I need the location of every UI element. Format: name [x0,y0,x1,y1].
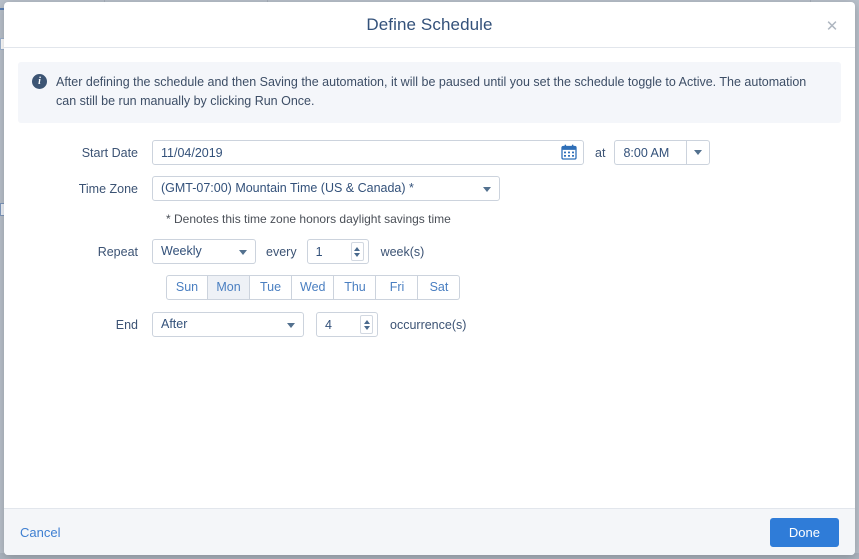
day-toggle-thu[interactable]: Thu [334,275,377,300]
close-icon[interactable]: ✕ [821,15,843,37]
cancel-button[interactable]: Cancel [20,525,60,540]
day-toggle-tue[interactable]: Tue [250,275,292,300]
day-toggle-sat[interactable]: Sat [418,275,461,300]
end-count-wrap [316,312,378,337]
caret-down-icon [354,252,361,257]
repeat-interval-wrap [306,239,369,264]
day-of-week-group: Sun Mon Tue Wed Thu Fri Sat [166,275,855,300]
day-toggle-mon[interactable]: Mon [208,275,250,300]
dialog-title: Define Schedule [366,14,493,34]
caret-up-icon [354,246,361,251]
day-toggle-fri[interactable]: Fri [376,275,419,300]
day-toggle-wed[interactable]: Wed [292,275,335,300]
time-zone-row: Time Zone (GMT-07:00) Mountain Time (US … [4,176,855,201]
time-zone-note: * Denotes this time zone honors daylight… [166,212,451,226]
time-zone-select-wrap: (GMT-07:00) Mountain Time (US & Canada) … [152,176,500,201]
info-banner-text: After defining the schedule and then Sav… [56,75,807,108]
repeat-unit-label: week(s) [380,244,425,259]
time-field-wrap [614,140,711,165]
chevron-down-icon [694,150,703,155]
time-dropdown-button[interactable] [686,140,711,165]
repeat-label: Repeat [97,244,138,259]
repeat-interval-stepper[interactable] [350,242,364,261]
end-occurrences-stepper[interactable] [360,315,373,334]
start-date-field-wrap [152,140,584,165]
dialog-header: Define Schedule ✕ [4,2,855,48]
day-toggle-sun[interactable]: Sun [166,275,208,300]
at-label: at [595,145,606,160]
end-select-wrap: After [152,312,304,337]
time-zone-label: Time Zone [78,181,138,196]
end-unit-label: occurrence(s) [390,317,467,332]
end-select[interactable]: After [152,312,304,337]
every-label: every [266,244,297,259]
info-banner: i After defining the schedule and then S… [18,62,841,123]
end-label: End [115,317,138,332]
caret-up-icon [363,319,370,324]
info-icon: i [32,74,47,89]
schedule-form: Start Date 11/04/2019 at 8:00 AM Time Zo… [4,123,855,337]
start-date-row: Start Date 11/04/2019 at 8:00 AM [4,140,855,165]
calendar-icon[interactable] [561,144,577,160]
define-schedule-dialog: Define Schedule ✕ i After defining the s… [4,2,855,555]
start-date-input[interactable] [152,140,584,165]
end-row: End After occur [4,312,855,337]
done-button[interactable]: Done [769,517,839,547]
dialog-footer: Cancel Done [4,508,855,555]
caret-down-icon [363,325,370,330]
dialog-body: i After defining the schedule and then S… [4,62,855,521]
repeat-select-wrap: Weekly [152,239,256,264]
start-date-label: Start Date [81,145,138,160]
repeat-select[interactable]: Weekly [152,239,256,264]
start-time-input[interactable] [614,140,687,165]
time-zone-select[interactable]: (GMT-07:00) Mountain Time (US & Canada) … [152,176,500,201]
repeat-row: Repeat Weekly every 1 week(s) [4,239,855,264]
